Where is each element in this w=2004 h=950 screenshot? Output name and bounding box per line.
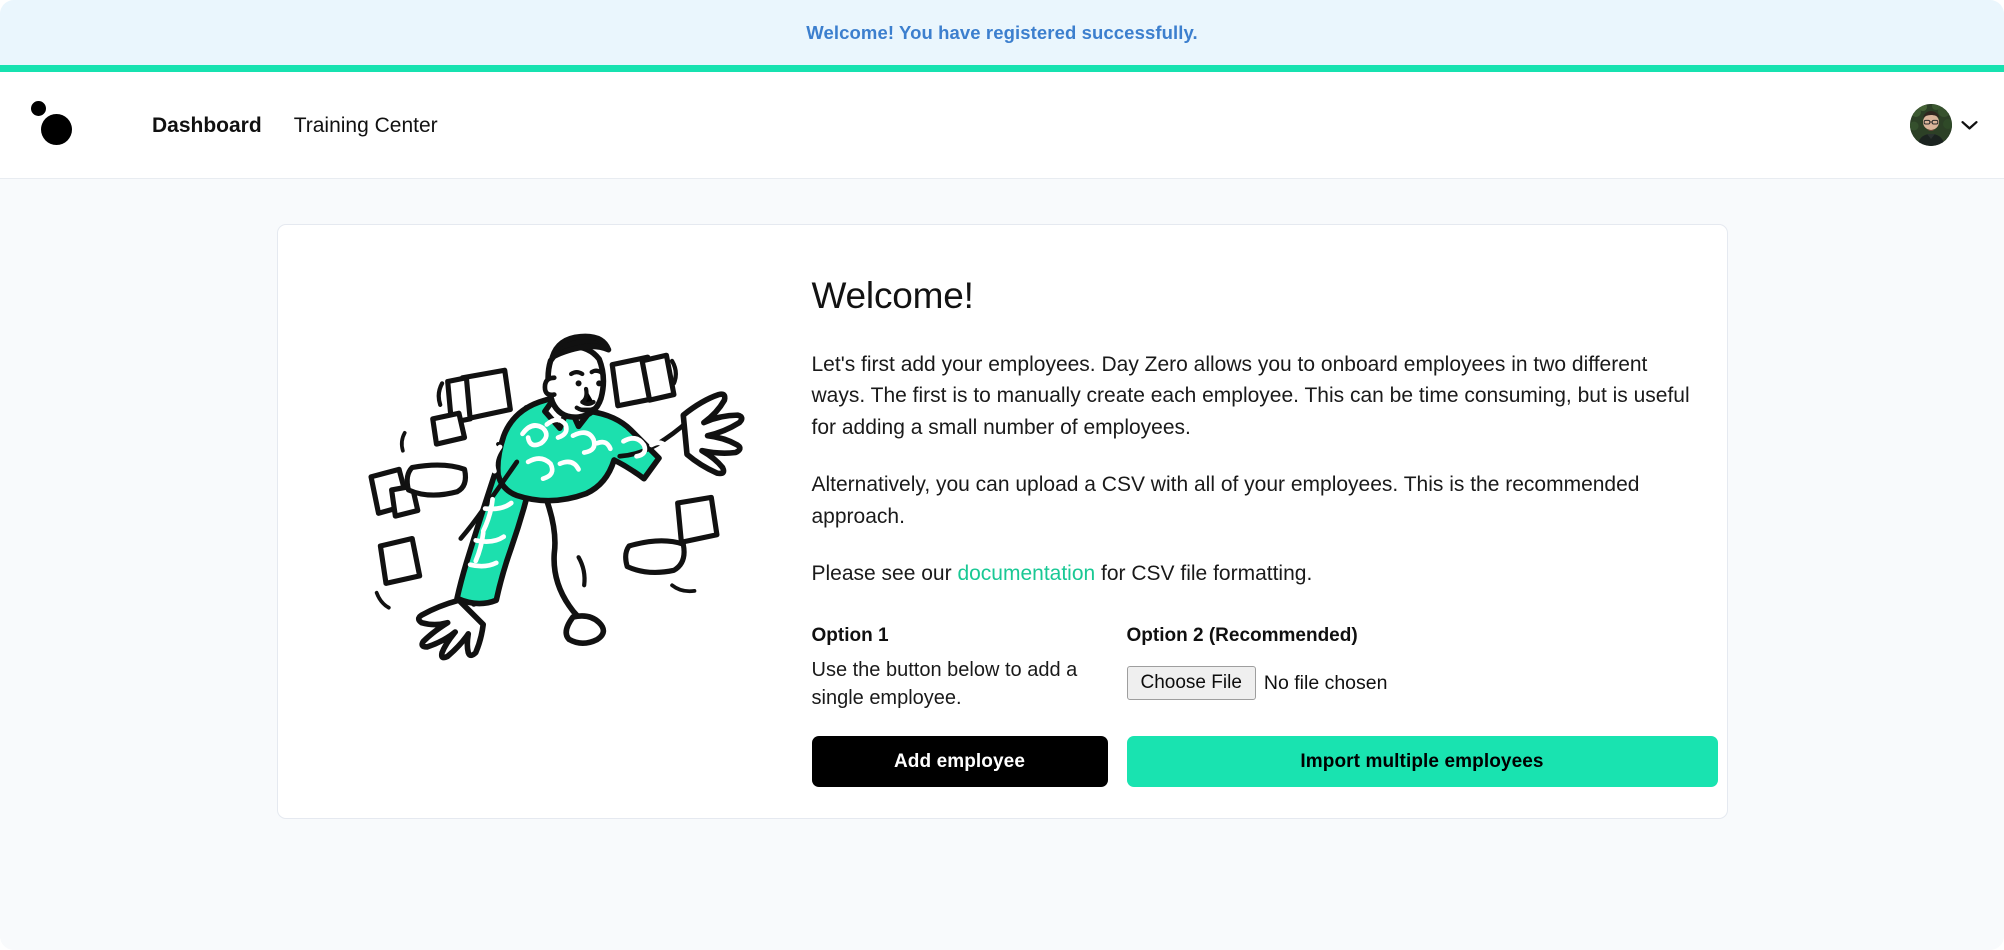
accent-rule-divider [0,65,2004,72]
doc-text-before: Please see our [811,562,958,586]
flash-message-banner: Welcome! You have registered successfull… [0,0,2004,65]
option-one-description: Use the button below to add a single emp… [811,658,1078,710]
choose-file-button[interactable]: Choose File [1126,665,1256,701]
documentation-paragraph: Please see our documentation for CSV fil… [812,558,1697,590]
option-one-block: Option 1 Use the button below to add a s… [812,624,1108,712]
day-zero-logo[interactable] [30,98,84,152]
page-body: Welcome! Let's first add your employees.… [0,179,2004,950]
intro-paragraph-2: Alternatively, you can upload a CSV with… [811,473,1640,529]
chevron-down-icon[interactable] [1961,120,1978,131]
intro-paragraph-1: Let's first add your employees. Day Zero… [811,352,1690,440]
nav-link-training-center[interactable]: Training Center [292,109,440,142]
logo-large-dot-icon [41,114,72,145]
option-two-title: Option 2 (Recommended) [1126,624,1358,646]
flash-message-text: Welcome! You have registered successfull… [806,21,1198,43]
documentation-link[interactable]: documentation [957,562,1095,585]
nav-link-dashboard[interactable]: Dashboard [150,109,264,142]
page-title: Welcome! [811,275,974,316]
user-menu-button[interactable] [1910,104,1978,146]
app-window: Welcome! You have registered successfull… [0,0,2004,950]
user-avatar [1910,104,1952,146]
file-chosen-status: No file chosen [1263,671,1388,694]
logo-small-dot-icon [31,101,46,116]
card-content: Welcome! Let's first add your employees.… [808,253,1726,788]
actions-row: Add employee Import multiple employees [811,736,1718,788]
csv-file-input[interactable]: Choose File No file chosen [1126,665,1718,701]
add-employee-button[interactable]: Add employee [811,736,1108,788]
person-with-flying-papers-illustration [308,253,808,683]
nav-links: Dashboard Training Center [150,109,440,142]
option-two-block: Option 2 (Recommended) Choose File No fi… [1126,624,1718,712]
import-multiple-employees-button[interactable]: Import multiple employees [1126,736,1718,788]
option-one-title: Option 1 [811,624,889,646]
options-grid: Option 1 Use the button below to add a s… [812,624,1718,712]
onboarding-card: Welcome! Let's first add your employees.… [276,224,1728,819]
top-navigation-bar: Dashboard Training Center [0,72,2004,179]
doc-text-after: for CSV file formatting. [1095,562,1313,586]
